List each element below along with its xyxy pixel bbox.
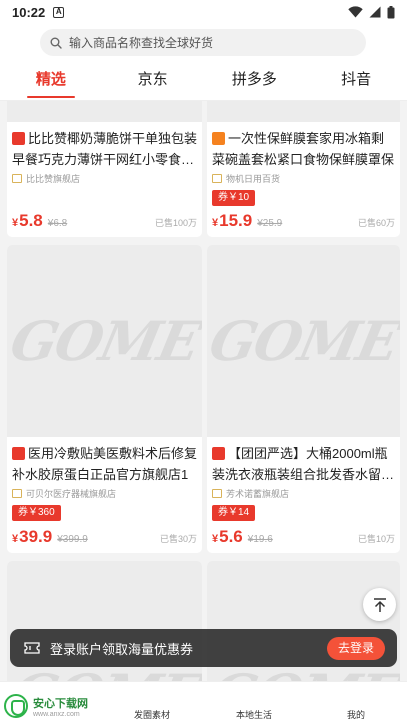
shop-name: 物机日用百货 <box>226 173 281 184</box>
sold-count: 已售100万 <box>154 218 197 228</box>
search-bar: 输入商品名称查找全球好货 <box>0 24 407 58</box>
original-price: ¥19.6 <box>247 534 273 545</box>
tab-jd[interactable]: 京东 <box>102 58 204 100</box>
product-card[interactable]: 比比赞椰奶薄脆饼干单独包装早餐巧克力薄饼干网红小零食… 比比赞旗舰店 ¥5.8 … <box>7 101 202 237</box>
status-icons <box>348 5 395 19</box>
back-to-top-button[interactable] <box>363 588 396 621</box>
logo-title: 安心下载网 <box>33 697 88 710</box>
product-image <box>207 101 400 122</box>
signal-icon <box>369 6 381 18</box>
nav-item-moments[interactable]: 发圈素材 <box>134 708 170 721</box>
original-price: ¥399.9 <box>57 534 88 545</box>
price-row: ¥5.8 ¥6.8 已售100万 <box>12 211 197 231</box>
shop-row: 比比赞旗舰店 <box>7 170 202 184</box>
currency-symbol: ¥ <box>12 533 19 545</box>
price: 5.8 <box>19 211 43 230</box>
shop-name: 比比赞旗舰店 <box>26 173 81 184</box>
search-input[interactable]: 输入商品名称查找全球好货 <box>40 29 366 56</box>
tmall-badge-icon <box>212 447 225 460</box>
shop-icon <box>12 173 22 183</box>
price: 5.6 <box>219 527 243 546</box>
sold-count: 已售10万 <box>357 534 395 544</box>
nav-item-local-life[interactable]: 本地生活 <box>236 708 272 721</box>
product-card[interactable]: GOME 【团团严选】大桶2000ml瓶装洗衣液瓶装组合批发香水留… 芳术诺蓄旗… <box>207 245 400 553</box>
logo-subtitle: www.anxz.com <box>33 710 80 718</box>
price: 15.9 <box>219 211 253 230</box>
battery-icon <box>387 5 395 18</box>
wifi-icon <box>348 6 363 18</box>
product-title: 【团团严选】大桶2000ml瓶装洗衣液瓶装组合批发香水留… <box>212 446 395 482</box>
product-title: 医用冷敷贴美医敷料术后修复补水胶原蛋白正品官方旗舰店1 <box>12 446 198 482</box>
sold-count: 已售30万 <box>159 534 197 544</box>
tab-featured[interactable]: 精选 <box>0 58 102 100</box>
price-row: ¥39.9 ¥399.9 已售30万 <box>12 527 197 547</box>
product-card[interactable]: 一次性保鲜膜套家用冰箱剩菜碗盖套松紧口食物保鲜膜罩保鲜 物机日用百货 券￥10 … <box>207 101 400 237</box>
tab-pinduoduo[interactable]: 拼多多 <box>204 58 306 100</box>
shop-icon <box>12 488 22 498</box>
product-title: 一次性保鲜膜套家用冰箱剩菜碗盖套松紧口食物保鲜膜罩保鲜 <box>212 131 395 167</box>
shop-row: 芳术诺蓄旗舰店 <box>207 485 400 499</box>
arrow-up-icon <box>373 597 386 612</box>
tab-douyin[interactable]: 抖音 <box>305 58 407 100</box>
login-promo-bar: 登录账户领取海量优惠券 去登录 <box>10 629 397 667</box>
tmall-badge-icon <box>12 447 25 460</box>
taobao-badge-icon <box>212 132 225 145</box>
search-icon <box>50 37 62 49</box>
shop-icon <box>212 173 222 183</box>
product-image <box>7 101 202 122</box>
original-price: ¥6.8 <box>47 218 68 229</box>
notification-a-icon: A <box>53 6 65 18</box>
coupon-badge: 券￥10 <box>212 190 256 206</box>
shop-name: 可贝尔医疗器械旗舰店 <box>26 488 117 499</box>
coupon-badge: 券￥360 <box>12 505 61 521</box>
product-image: GOME <box>7 245 202 437</box>
shop-icon <box>212 488 222 498</box>
sold-count: 已售60万 <box>357 218 395 228</box>
currency-symbol: ¥ <box>212 217 219 229</box>
search-placeholder: 输入商品名称查找全球好货 <box>69 36 214 50</box>
status-time: 10:22 <box>12 4 46 20</box>
product-image: GOME <box>207 245 400 437</box>
product-title: 比比赞椰奶薄脆饼干单独包装早餐巧克力薄饼干网红小零食… <box>12 131 198 167</box>
gome-placeholder-logo: GOME <box>207 309 400 373</box>
login-button[interactable]: 去登录 <box>326 636 385 660</box>
product-card[interactable]: GOME 医用冷敷贴美医敷料术后修复补水胶原蛋白正品官方旗舰店1 可贝尔医疗器械… <box>7 245 202 553</box>
price-row: ¥5.6 ¥19.6 已售10万 <box>212 527 395 547</box>
tmall-badge-icon <box>12 132 25 145</box>
product-feed: 比比赞椰奶薄脆饼干单独包装早餐巧克力薄饼干网红小零食… 比比赞旗舰店 ¥5.8 … <box>0 101 407 681</box>
platform-tabs: 精选 京东 拼多多 抖音 <box>0 58 407 101</box>
bottom-nav: 安心下载网 www.anxz.com 发圈素材 本地生活 我的 <box>0 681 407 723</box>
status-bar: 10:22 A <box>0 0 407 24</box>
currency-symbol: ¥ <box>212 533 219 545</box>
login-promo-text: 登录账户领取海量优惠券 <box>50 641 194 657</box>
nav-item-mine[interactable]: 我的 <box>347 708 365 721</box>
coupon-badge: 券￥14 <box>212 505 256 521</box>
watermark-logo: 安心下载网 www.anxz.com <box>4 694 88 718</box>
gome-placeholder-logo: GOME <box>7 309 202 373</box>
shop-row: 可贝尔医疗器械旗舰店 <box>7 485 202 499</box>
price: 39.9 <box>19 527 53 546</box>
shop-row: 物机日用百货 <box>207 170 400 184</box>
currency-symbol: ¥ <box>12 217 19 229</box>
original-price: ¥25.9 <box>257 218 283 229</box>
anxz-logo-icon <box>4 694 28 718</box>
ticket-icon <box>24 642 40 654</box>
shop-name: 芳术诺蓄旗舰店 <box>226 488 290 499</box>
price-row: ¥15.9 ¥25.9 已售60万 <box>212 211 395 231</box>
app-screen: 10:22 A 输入商品名称查找全球好货 精选 京东 拼多多 抖音 比比赞椰奶薄… <box>0 0 407 723</box>
